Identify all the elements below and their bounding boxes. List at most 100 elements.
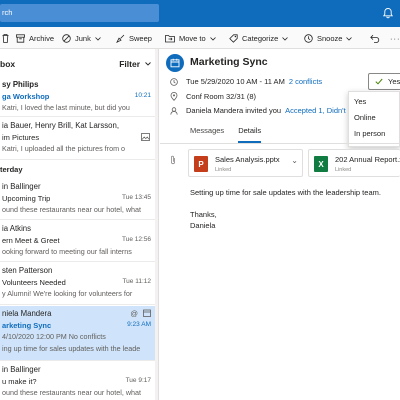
response-button[interactable]: Yes <box>368 73 400 90</box>
sweep-label: Sweep <box>129 34 152 43</box>
search-box[interactable]: rch <box>0 4 159 22</box>
filter-button[interactable]: Filter <box>119 59 151 69</box>
image-icon <box>141 133 150 141</box>
checkmark-icon <box>375 78 383 85</box>
conflicts-link[interactable]: 2 conflicts <box>289 77 322 86</box>
preview: ooking forward to meeting our fall inter… <box>2 247 132 256</box>
response-option-in-person[interactable]: In person <box>354 129 385 138</box>
list-item[interactable]: in Ballinger Upcoming Trip Tue 13:45 oun… <box>0 179 158 220</box>
reading-pane: Marketing Sync Tue 5/29/2020 10 AM - 11 … <box>160 49 400 400</box>
list-header: box Filter <box>0 49 158 77</box>
list-item-selected[interactable]: niela Mandera @ arketing Sync 9:23 AM 4/… <box>0 306 158 361</box>
snooze-label: Snooze <box>317 34 343 43</box>
junk-label: Junk <box>75 34 91 43</box>
attachment-sub: Linked <box>215 167 232 173</box>
filter-label: Filter <box>119 59 140 69</box>
powerpoint-icon: P <box>194 156 208 172</box>
subject: arketing Sync <box>2 321 52 330</box>
paperclip-icon <box>171 155 175 165</box>
list-item[interactable]: sten Patterson Volunteers Needed Tue 11:… <box>0 263 158 305</box>
attachment-name: Sales Analysis.pptx <box>215 155 280 164</box>
event-title: Marketing Sync <box>190 56 268 68</box>
attachment-card[interactable]: X 202 Annual Report.xlsx Linked <box>308 149 400 177</box>
response-option-online[interactable]: Online <box>354 113 376 122</box>
delete-button[interactable] <box>2 33 13 44</box>
move-to-button[interactable]: Move to <box>165 33 220 44</box>
time: Tue 13:45 <box>121 194 151 201</box>
event-datetime-row: Tue 5/29/2020 10 AM - 11 AM 2 conflicts <box>170 77 322 86</box>
categorize-button[interactable]: Categorize <box>229 33 292 44</box>
calendar-icon <box>143 309 151 317</box>
archive-label: Archive <box>29 34 55 43</box>
body-signoff: Thanks, <box>190 210 217 219</box>
time: 9:23 AM <box>127 321 151 328</box>
search-text: rch <box>2 8 13 17</box>
sender: sten Patterson <box>2 266 53 275</box>
attachment-card[interactable]: P Sales Analysis.pptx Linked ⌄ <box>188 149 303 177</box>
attachment-more-icon[interactable]: ⌄ <box>291 156 298 165</box>
broom-icon <box>116 34 125 43</box>
chevron-down-icon <box>346 36 353 41</box>
undo-icon <box>370 34 380 43</box>
sender: niela Mandera <box>2 309 52 318</box>
sweep-button[interactable]: Sweep <box>116 33 152 44</box>
preview: Katri, I uploaded all the pictures from … <box>2 144 126 153</box>
scrollbar[interactable] <box>155 49 158 400</box>
person-icon <box>170 106 178 115</box>
time: Tue 12:56 <box>121 236 151 243</box>
sender: ia Atkins <box>2 224 32 233</box>
preview: ound these restaurants near our hotel, w… <box>2 388 142 397</box>
chevron-down-icon <box>282 36 289 41</box>
sender: in Ballinger <box>2 182 41 191</box>
event-tabs: Messages Details <box>190 126 261 143</box>
event-organizer-row: Daniela Mandera invited you Accepted 1, … <box>170 106 346 115</box>
date-group-header: terday <box>0 165 23 174</box>
attachment-sub: Linked <box>335 167 352 173</box>
categorize-label: Categorize <box>242 34 279 43</box>
event-location-row: Conf Room 32/31 (8) <box>170 92 256 101</box>
item-flags: @ <box>130 309 151 318</box>
organizer-text: Daniela Mandera invited you <box>186 106 282 115</box>
archive-button[interactable]: Archive <box>16 33 54 44</box>
tag-icon <box>229 34 238 43</box>
location-pin-icon <box>170 92 178 101</box>
undo-button[interactable] <box>370 33 384 44</box>
move-to-label: Move to <box>179 34 206 43</box>
block-icon <box>62 34 71 43</box>
preview: y Alumni! We're looking for volunteers f… <box>2 289 133 298</box>
response-option-yes[interactable]: Yes <box>354 97 366 106</box>
preview: ound these restaurants near our hotel, w… <box>2 205 142 214</box>
list-item[interactable]: ia Bauer, Henry Brill, Kat Larsson, im P… <box>0 118 158 160</box>
response-dropdown: Yes Online In person <box>348 91 400 147</box>
top-bar: rch <box>0 0 400 27</box>
trash-icon <box>2 34 9 43</box>
tab-details[interactable]: Details <box>238 126 261 143</box>
response-label: Yes <box>388 77 400 86</box>
list-item[interactable]: ia Atkins ern Meet & Greet Tue 12:56 ook… <box>0 221 158 262</box>
chevron-down-icon <box>145 62 151 66</box>
more-options-button[interactable]: ··· <box>390 33 400 44</box>
sender: in Ballinger <box>2 365 41 374</box>
archive-icon <box>16 34 25 43</box>
preview: Katri, I loved the last minute, but did … <box>2 103 130 112</box>
accepted-link[interactable]: Accepted 1, Didn't <box>285 106 346 115</box>
sender: sy Philips <box>2 80 39 89</box>
list-item[interactable]: sy Philips ga Workshop 10:21 Katri, I lo… <box>0 77 158 117</box>
event-datetime: Tue 5/29/2020 10 AM - 11 AM <box>186 77 285 86</box>
bell-icon[interactable] <box>382 7 394 19</box>
ellipsis-icon: ··· <box>390 34 400 43</box>
excel-icon: X <box>314 156 328 172</box>
event-room: Conf Room 32/31 (8) <box>186 92 257 101</box>
tab-messages[interactable]: Messages <box>190 126 224 139</box>
message-list: box Filter sy Philips ga Workshop 10:21 … <box>0 49 159 400</box>
snooze-button[interactable]: Snooze <box>304 33 356 44</box>
folder-name: box <box>0 59 16 69</box>
junk-button[interactable]: Junk <box>62 33 105 44</box>
subject: u make it? <box>2 377 37 386</box>
body-text: Setting up time for sale updates with th… <box>190 188 381 197</box>
list-item[interactable]: in Ballinger u make it? Tue 9:17 ound th… <box>0 362 158 400</box>
chevron-down-icon <box>95 36 101 41</box>
attachment-name: 202 Annual Report.xlsx <box>335 155 400 164</box>
command-bar: Archive Junk Sweep Move to Categorize Sn… <box>0 27 400 49</box>
divider <box>160 143 400 144</box>
